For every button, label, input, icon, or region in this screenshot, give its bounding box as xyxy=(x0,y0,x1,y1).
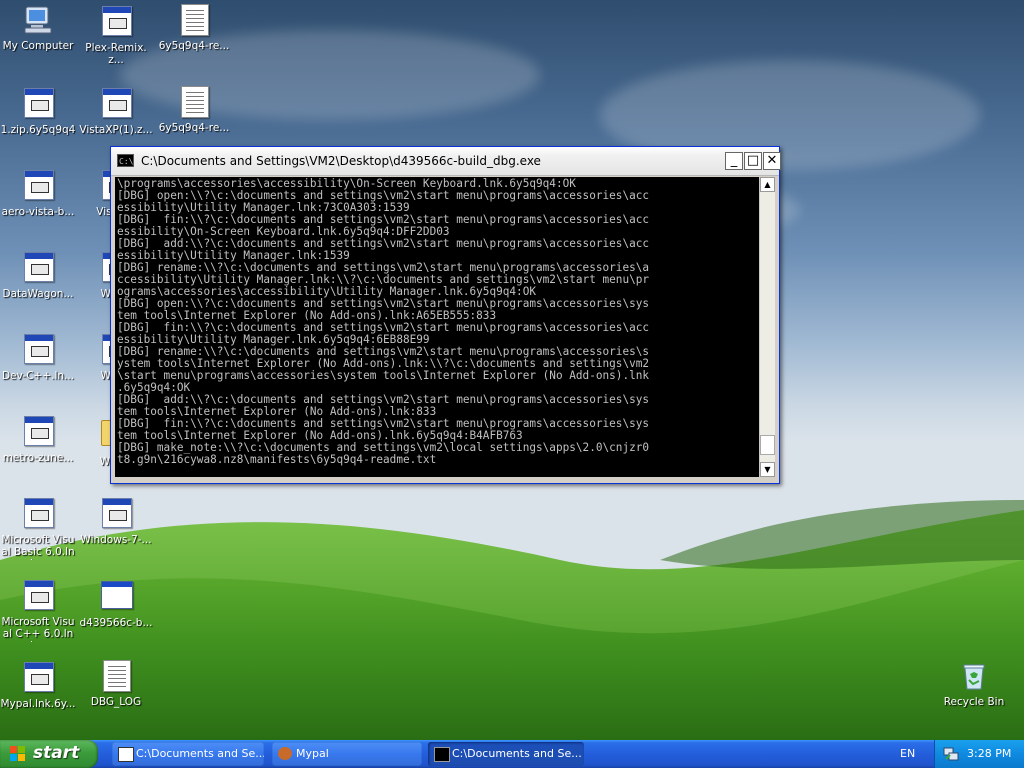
console-line: t8.g9n\216cywa8.nz8\manifests\6y5q9q4-re… xyxy=(117,453,437,466)
desktop-icon-recycle-bin[interactable]: Recycle Bin xyxy=(936,660,1012,708)
desktop-icon-label: Dev-C++.ln... xyxy=(1,370,75,382)
desktop-icon-label: 1.zip.6y5q9q4 xyxy=(0,124,76,136)
desktop-icon-vb6[interactable]: Microsoft Visual Basic 6.0.lnk... xyxy=(0,496,76,560)
desktop-icon-label: Windows-7-... xyxy=(80,534,152,546)
window-title: C:\Documents and Settings\VM2\Desktop\d4… xyxy=(141,154,541,168)
maximize-button[interactable]: □ xyxy=(744,152,762,170)
console-output[interactable]: \programs\accessories\accessibility\On-S… xyxy=(115,177,759,477)
desktop-icon-label: Plex-Remix.z... xyxy=(85,42,147,66)
desktop-icon-label: metro-zune... xyxy=(2,452,74,464)
desktop-icon-label: 6y5q9q4-re... xyxy=(158,40,230,52)
start-label: start xyxy=(33,743,80,763)
desktop-icon-plex-remix[interactable]: Plex-Remix.z... xyxy=(78,4,154,66)
console-line: \start menu\programs\accessories\system … xyxy=(117,369,650,382)
desktop-icon-my-computer[interactable]: My Computer xyxy=(0,4,76,52)
my-computer-icon xyxy=(22,4,54,36)
scroll-thumb[interactable] xyxy=(760,435,775,455)
zip-archive-icon xyxy=(22,334,54,366)
taskbar-item-console[interactable]: C:\Documents and Se... xyxy=(428,742,584,766)
zip-archive-icon xyxy=(100,498,132,530)
desktop-icon-mypal[interactable]: Mypal.lnk.6y... xyxy=(0,660,76,710)
desktop-icon-dbg-log[interactable]: DBG_LOG xyxy=(78,660,154,708)
desktop-icon-label: DBG_LOG xyxy=(90,696,142,708)
desktop-icon-readme-1[interactable]: 6y5q9q4-re... xyxy=(156,4,232,52)
console-icon: C:\ xyxy=(117,154,134,167)
zip-archive-icon xyxy=(22,498,54,530)
desktop-icon-dev-cpp[interactable]: Dev-C++.ln... xyxy=(0,332,76,382)
taskbar-item-mypal[interactable]: Mypal xyxy=(272,742,422,766)
desktop-icon-vistaxp1[interactable]: VistaXP(1).z... xyxy=(78,86,154,136)
desktop-icon-label: My Computer xyxy=(2,40,74,52)
taskbar-item-label: Mypal xyxy=(296,747,329,760)
zip-archive-icon xyxy=(100,88,132,120)
zip-archive-icon xyxy=(22,662,54,694)
desktop-icon-label: d439566c-b... xyxy=(79,617,153,629)
zip-archive-icon xyxy=(100,6,132,38)
clock[interactable]: 3:28 PM xyxy=(967,740,1011,768)
desktop-icon-1zip[interactable]: 1.zip.6y5q9q4 xyxy=(0,86,76,136)
scroll-down-button[interactable]: ▼ xyxy=(760,462,775,477)
console-text: \programs\accessories\accessibility\On-S… xyxy=(115,177,759,466)
zip-archive-icon xyxy=(22,580,54,612)
desktop-icon-label: 6y5q9q4-re... xyxy=(158,122,230,134)
console-window[interactable]: C:\ C:\Documents and Settings\VM2\Deskto… xyxy=(110,146,781,484)
text-document-icon xyxy=(178,4,210,36)
zip-archive-icon xyxy=(22,416,54,448)
desktop-icon-label: aero-vista-b... xyxy=(1,206,75,218)
desktop-icon-readme-2[interactable]: 6y5q9q4-re... xyxy=(156,86,232,134)
desktop-icon-aero-vista[interactable]: aero-vista-b... xyxy=(0,168,76,218)
recycle-bin-icon xyxy=(958,660,990,692)
network-icon[interactable] xyxy=(943,746,959,762)
system-tray: 3:28 PM xyxy=(934,740,1024,768)
taskbar-item-label: C:\Documents and Se... xyxy=(452,747,582,760)
minimize-button[interactable]: _ xyxy=(725,152,743,170)
desktop-icon-label: VistaXP(1).z... xyxy=(79,124,153,136)
close-button[interactable]: ✕ xyxy=(763,152,781,170)
desktop-icon-label: Microsoft Visual C++ 6.0.lnk... xyxy=(1,616,75,642)
language-indicator[interactable]: EN xyxy=(900,740,915,768)
zip-archive-icon xyxy=(118,747,134,762)
zip-archive-icon xyxy=(22,252,54,284)
desktop-icon-vcpp6[interactable]: Microsoft Visual C++ 6.0.lnk... xyxy=(0,578,76,642)
desktop-icon-windows-7[interactable]: Windows-7-... xyxy=(78,496,154,546)
start-button[interactable]: start xyxy=(0,740,98,768)
zip-archive-icon xyxy=(22,88,54,120)
windows-logo-icon xyxy=(10,746,26,762)
scroll-up-button[interactable]: ▲ xyxy=(760,177,775,192)
mypal-icon xyxy=(278,747,292,760)
taskbar-item-label: C:\Documents and Se... xyxy=(136,747,264,760)
console-scrollbar[interactable]: ▲ ▼ xyxy=(759,177,775,477)
desktop-icon-metro-zune[interactable]: metro-zune... xyxy=(0,414,76,464)
console-titlebar[interactable]: C:\ C:\Documents and Settings\VM2\Deskto… xyxy=(111,147,781,176)
executable-window-icon xyxy=(100,581,133,613)
taskbar: start C:\Documents and Se... Mypal C:\Do… xyxy=(0,740,1024,768)
desktop-icon-d439566c[interactable]: d439566c-b... xyxy=(78,578,154,629)
desktop-icon-label: Mypal.lnk.6y... xyxy=(0,698,76,710)
desktop-icon-label: Recycle Bin xyxy=(943,696,1005,708)
zip-archive-icon xyxy=(22,170,54,202)
taskbar-item-documents-1[interactable]: C:\Documents and Se... xyxy=(112,742,264,766)
console-icon xyxy=(434,747,450,762)
desktop-icon-label: Microsoft Visual Basic 6.0.lnk... xyxy=(1,534,75,560)
text-document-icon xyxy=(100,660,132,692)
desktop-icon-label: DataWagon... xyxy=(2,288,74,300)
desktop-icon-datawagon[interactable]: DataWagon... xyxy=(0,250,76,300)
text-document-icon xyxy=(178,86,210,118)
